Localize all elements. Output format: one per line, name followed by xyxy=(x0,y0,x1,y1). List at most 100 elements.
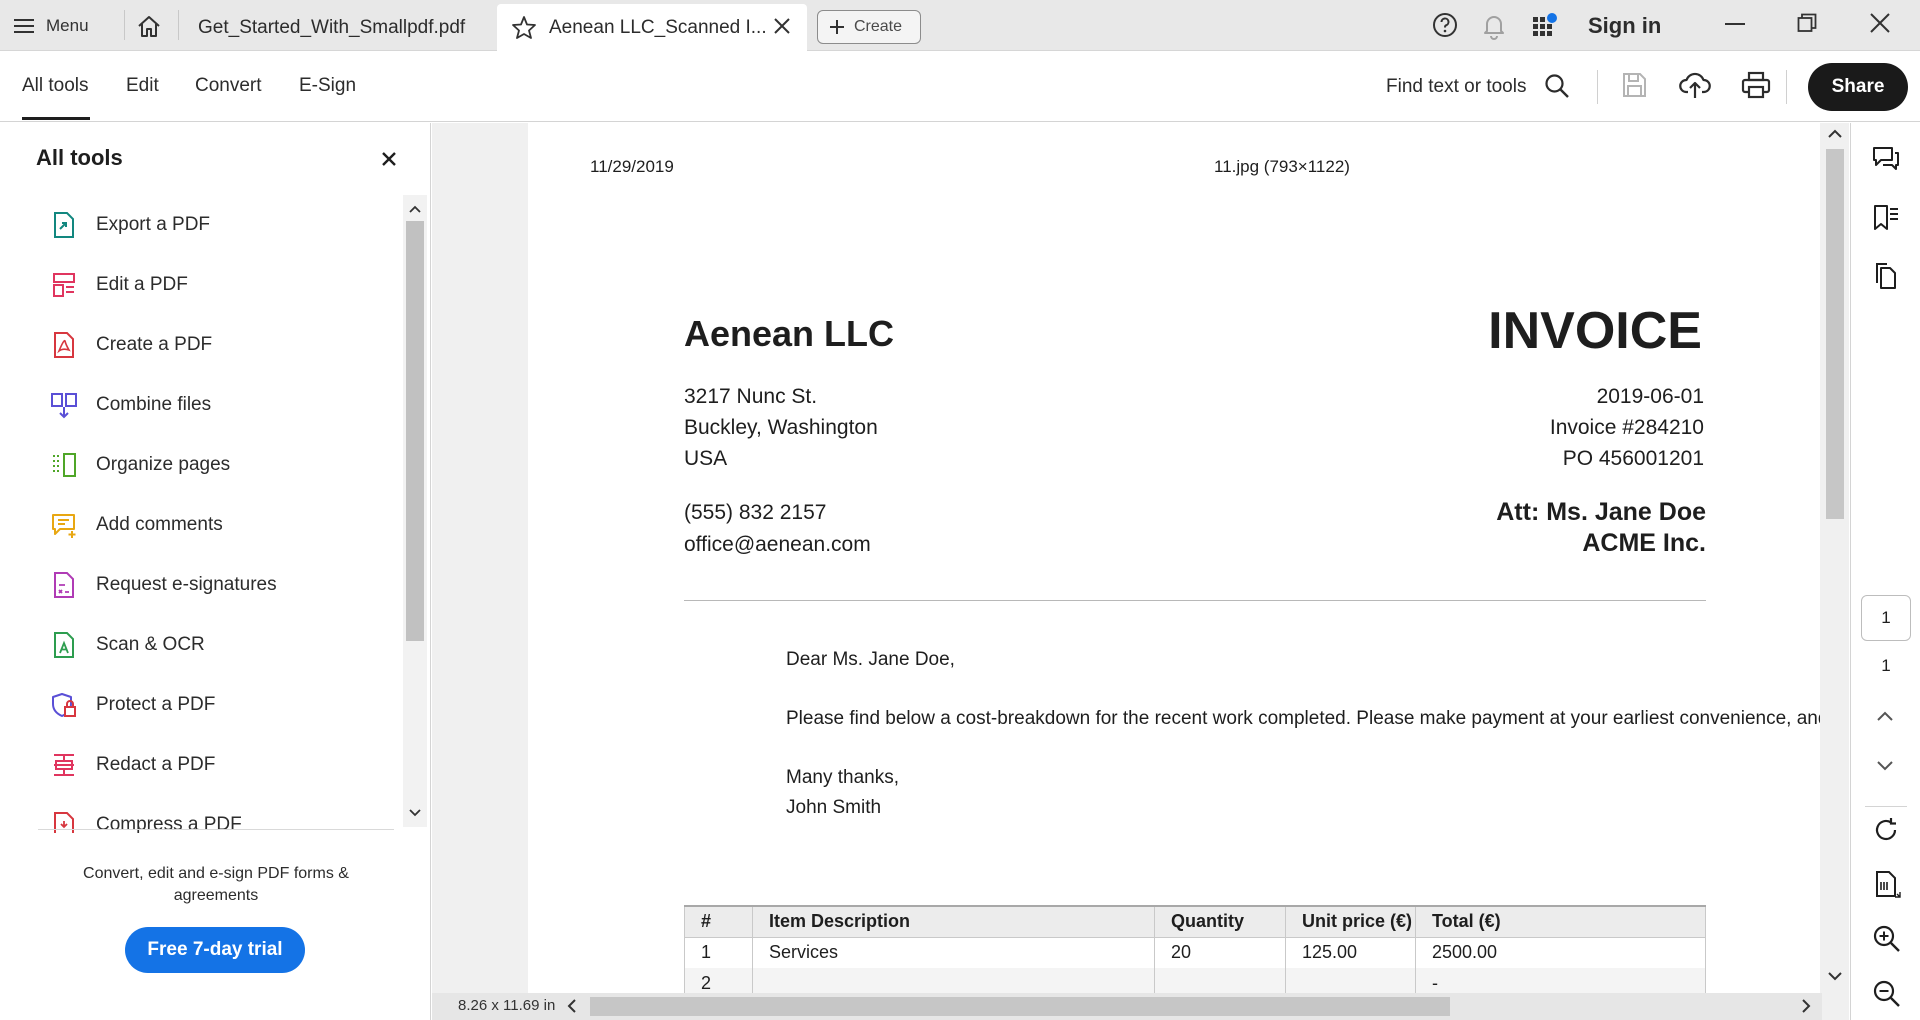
main-toolbar: All tools Edit Convert E-Sign Find text … xyxy=(0,52,1920,122)
tab-label: Aenean LLC_Scanned I... xyxy=(549,16,767,38)
share-button[interactable]: Share xyxy=(1808,63,1908,111)
search-icon[interactable] xyxy=(1543,72,1571,105)
tool-combine-files[interactable]: Combine files xyxy=(50,385,211,425)
minimize-icon[interactable] xyxy=(1724,14,1746,39)
signature-name: John Smith xyxy=(786,797,882,818)
zoom-in-icon[interactable] xyxy=(1872,924,1902,959)
company-name: Aenean LLC xyxy=(684,313,895,354)
email-address: office@aenean.com xyxy=(684,533,871,556)
find-text-or-tools[interactable]: Find text or tools xyxy=(1386,76,1526,98)
close-panel-icon[interactable] xyxy=(381,151,397,172)
cloud-upload-icon[interactable] xyxy=(1679,70,1711,105)
tool-label: Create a PDF xyxy=(96,334,213,355)
invoice-title: INVOICE xyxy=(1488,302,1702,360)
hamburger-icon xyxy=(14,19,34,33)
scrollbar-thumb[interactable] xyxy=(406,221,424,641)
scrollbar-thumb[interactable] xyxy=(590,997,1450,1016)
page-thumbnails-icon[interactable] xyxy=(1871,261,1901,296)
document-vertical-scrollbar[interactable] xyxy=(1822,123,1848,993)
tool-label: Protect a PDF xyxy=(96,694,216,715)
apps-grid-icon[interactable] xyxy=(1531,12,1559,45)
page-header-date: 11/29/2019 xyxy=(590,157,674,176)
bookmarks-icon[interactable] xyxy=(1871,203,1901,238)
tool-request-esignatures[interactable]: Request e-signatures xyxy=(50,565,277,605)
fit-page-icon[interactable] xyxy=(1872,869,1902,904)
next-page-icon[interactable] xyxy=(1874,759,1896,778)
tool-label: Export a PDF xyxy=(96,214,211,235)
column-header: # xyxy=(684,905,753,938)
tool-protect-pdf[interactable]: Protect a PDF xyxy=(50,685,215,725)
divider xyxy=(124,10,125,40)
greeting: Dear Ms. Jane Doe, xyxy=(786,649,955,670)
divider xyxy=(178,10,179,40)
plus-icon xyxy=(830,20,844,34)
combine-files-icon xyxy=(50,391,78,419)
letter-body: Dear Ms. Jane Doe, Please find below a c… xyxy=(786,645,1820,823)
tool-edit-pdf[interactable]: Edit a PDF xyxy=(50,265,188,305)
invoice-date: 2019-06-01 xyxy=(1596,385,1704,408)
scroll-left-icon[interactable] xyxy=(566,998,578,1019)
notifications-bell-icon[interactable] xyxy=(1481,12,1507,45)
body-paragraph: Please find below a cost-breakdown for t… xyxy=(786,708,1820,729)
request-esignatures-icon xyxy=(50,571,78,599)
tab-label: Get_Started_With_Smallpdf.pdf xyxy=(198,16,466,38)
comments-panel-icon[interactable] xyxy=(1871,145,1901,178)
scroll-right-icon[interactable] xyxy=(1800,998,1812,1019)
document-viewer[interactable]: 11/29/2019 11.jpg (793×1122) Aenean LLC … xyxy=(432,123,1849,1020)
scrollbar-thumb[interactable] xyxy=(1826,149,1844,519)
previous-page-icon[interactable] xyxy=(1874,709,1896,728)
restore-window-icon[interactable] xyxy=(1797,13,1817,38)
protect-pdf-icon xyxy=(50,691,78,719)
nav-edit[interactable]: Edit xyxy=(126,75,159,97)
nav-esign[interactable]: E-Sign xyxy=(299,75,356,97)
document-horizontal-scrollbar[interactable]: 8.26 x 11.69 in xyxy=(432,993,1822,1020)
organize-pages-icon xyxy=(50,451,78,479)
redact-pdf-icon xyxy=(50,751,78,779)
tab-aenean-invoice[interactable]: Aenean LLC_Scanned I... xyxy=(497,4,807,51)
pdf-page[interactable]: 11/29/2019 11.jpg (793×1122) Aenean LLC … xyxy=(528,123,1820,993)
tab-get-started[interactable]: Get_Started_With_Smallpdf.pdf xyxy=(180,4,495,51)
tool-organize-pages[interactable]: Organize pages xyxy=(50,445,230,485)
close-window-icon[interactable] xyxy=(1869,12,1891,39)
menu-button[interactable]: Menu xyxy=(14,12,89,40)
scroll-down-icon[interactable] xyxy=(1827,969,1843,987)
tool-label: Request e-signatures xyxy=(96,574,277,595)
title-bar: Menu Get_Started_With_Smallpdf.pdf Aenea… xyxy=(0,0,1920,51)
column-header: Total (€) xyxy=(1415,905,1706,938)
tools-scrollbar[interactable] xyxy=(403,195,427,827)
scroll-down-icon[interactable] xyxy=(408,805,422,823)
tool-export-pdf[interactable]: Export a PDF xyxy=(50,205,210,245)
promo-text: Convert, edit and e-sign PDF forms & agr… xyxy=(83,865,349,904)
divider xyxy=(1597,70,1598,104)
scroll-up-icon[interactable] xyxy=(408,201,422,219)
home-button[interactable] xyxy=(132,12,166,40)
tool-create-pdf[interactable]: Create a PDF xyxy=(50,325,212,365)
create-button[interactable]: Create xyxy=(817,10,921,44)
table-cell: 2 xyxy=(684,968,753,993)
free-trial-button[interactable]: Free 7-day trial xyxy=(125,927,305,973)
help-icon[interactable] xyxy=(1432,12,1458,43)
scroll-up-icon[interactable] xyxy=(1827,127,1843,145)
star-icon[interactable] xyxy=(511,15,537,40)
tool-redact-pdf[interactable]: Redact a PDF xyxy=(50,745,215,785)
active-nav-indicator xyxy=(22,117,90,120)
save-icon[interactable] xyxy=(1619,70,1649,105)
table-cell: Services xyxy=(752,937,1155,968)
nav-all-tools[interactable]: All tools xyxy=(22,75,89,97)
nav-convert[interactable]: Convert xyxy=(195,75,262,97)
page-header-file: 11.jpg (793×1122) xyxy=(1214,157,1350,176)
tool-add-comments[interactable]: Add comments xyxy=(50,505,223,545)
close-tab-icon[interactable] xyxy=(773,17,791,35)
tool-label: Compress a PDF xyxy=(96,814,242,833)
print-icon[interactable] xyxy=(1740,70,1772,105)
tool-scan-ocr[interactable]: Scan & OCR xyxy=(50,625,205,665)
zoom-out-icon[interactable] xyxy=(1872,979,1902,1014)
sign-in-button[interactable]: Sign in xyxy=(1588,13,1661,39)
export-pdf-icon xyxy=(50,211,78,239)
divider xyxy=(38,829,394,830)
company-address: 3217 Nunc St. Buckley, Washington USA xyxy=(684,381,878,474)
rotate-icon[interactable] xyxy=(1872,816,1900,849)
company-contact: (555) 832 2157 office@aenean.com xyxy=(684,497,871,561)
current-page-input[interactable]: 1 xyxy=(1861,595,1911,641)
tools-list: Export a PDF Edit a PDF Create a PDF Com… xyxy=(0,193,400,833)
